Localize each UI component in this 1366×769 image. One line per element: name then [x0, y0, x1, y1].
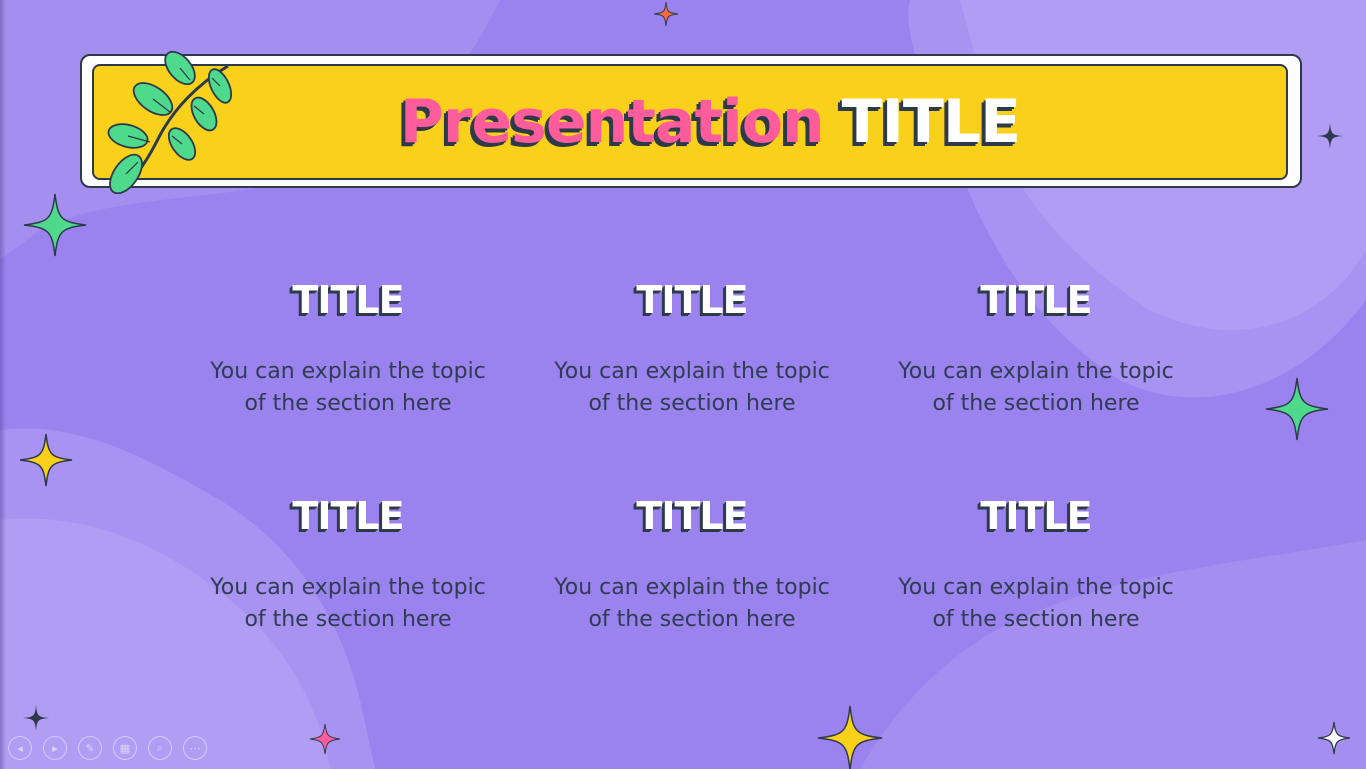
sparkle-icon: [653, 1, 679, 27]
section-description-line: of the section here: [244, 391, 452, 416]
section-description[interactable]: You can explain the topic of the section…: [198, 356, 498, 420]
section-description-line: You can explain the topic: [554, 575, 830, 600]
section-description[interactable]: You can explain the topic of the section…: [886, 572, 1186, 636]
section-title[interactable]: TITLE: [198, 490, 498, 542]
section-description[interactable]: You can explain the topic of the section…: [886, 356, 1186, 420]
title-word-title: TITLE: [841, 87, 1021, 157]
sparkle-icon: [23, 193, 87, 257]
section-5: TITLE You can explain the topic of the s…: [542, 490, 842, 636]
more-options-icon[interactable]: ⋯: [183, 736, 207, 760]
section-title[interactable]: TITLE: [542, 490, 842, 542]
section-description-line: You can explain the topic: [554, 359, 830, 384]
sparkle-icon: [817, 705, 883, 769]
slide-canvas: Presentation TITLE TITLE You can explain…: [0, 0, 1366, 769]
section-3: TITLE You can explain the topic of the s…: [886, 274, 1186, 420]
section-title[interactable]: TITLE: [198, 274, 498, 326]
section-title[interactable]: TITLE: [542, 274, 842, 326]
presentation-title[interactable]: Presentation TITLE: [92, 64, 1288, 180]
prev-slide-icon[interactable]: ◂: [8, 736, 32, 760]
sparkle-icon: [23, 705, 49, 731]
section-title[interactable]: TITLE: [886, 490, 1186, 542]
sparkle-icon: [19, 433, 73, 487]
section-title[interactable]: TITLE: [886, 274, 1186, 326]
slideshow-controls: ◂ ▸ ✎ ▦ ⌕ ⋯: [8, 736, 207, 760]
section-description-line: You can explain the topic: [898, 359, 1174, 384]
slide-grid-icon[interactable]: ▦: [113, 736, 137, 760]
sparkle-icon: [1265, 377, 1329, 441]
section-description[interactable]: You can explain the topic of the section…: [542, 572, 842, 636]
zoom-icon[interactable]: ⌕: [148, 736, 172, 760]
section-description[interactable]: You can explain the topic of the section…: [198, 572, 498, 636]
leaf-branch-icon: [107, 50, 233, 194]
title-word-presentation: Presentation: [399, 87, 825, 157]
section-1: TITLE You can explain the topic of the s…: [198, 274, 498, 420]
left-edge-shadow: [0, 0, 6, 769]
sparkle-icon: [1317, 721, 1351, 755]
section-description-line: You can explain the topic: [898, 575, 1174, 600]
section-description-line: You can explain the topic: [210, 575, 486, 600]
next-slide-icon[interactable]: ▸: [43, 736, 67, 760]
section-description-line: of the section here: [588, 607, 796, 632]
section-description-line: of the section here: [932, 391, 1140, 416]
section-4: TITLE You can explain the topic of the s…: [198, 490, 498, 636]
sparkle-icon: [1317, 123, 1343, 149]
section-description-line: of the section here: [588, 391, 796, 416]
section-description[interactable]: You can explain the topic of the section…: [542, 356, 842, 420]
section-description-line: of the section here: [932, 607, 1140, 632]
section-description-line: of the section here: [244, 607, 452, 632]
sparkle-icon: [309, 723, 341, 755]
section-6: TITLE You can explain the topic of the s…: [886, 490, 1186, 636]
pen-icon[interactable]: ✎: [78, 736, 102, 760]
section-description-line: You can explain the topic: [210, 359, 486, 384]
section-2: TITLE You can explain the topic of the s…: [542, 274, 842, 420]
